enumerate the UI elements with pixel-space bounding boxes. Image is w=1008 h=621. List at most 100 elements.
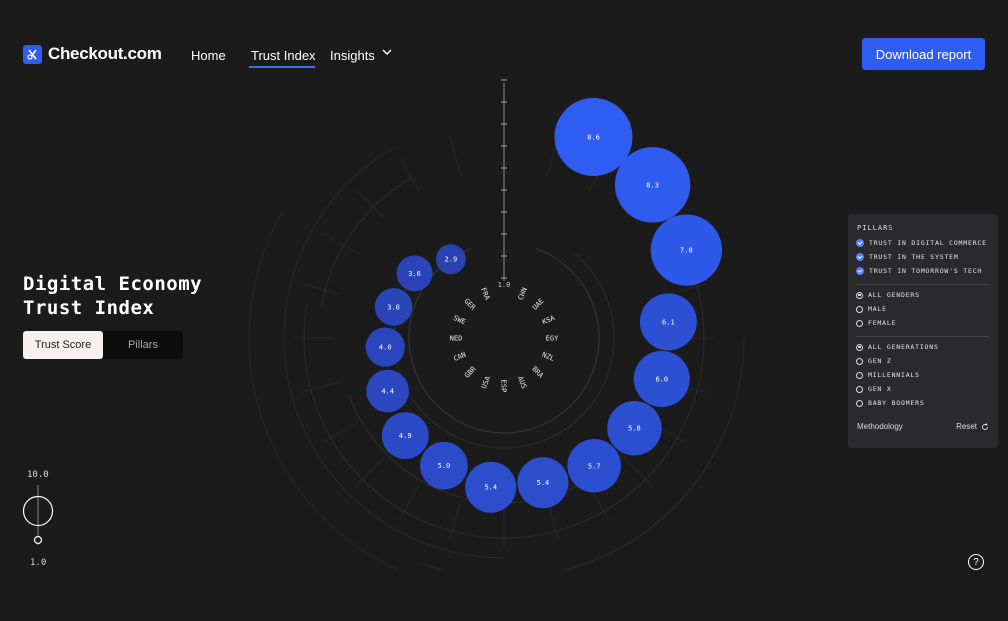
divider bbox=[856, 336, 989, 337]
background-tick bbox=[321, 232, 358, 254]
reset-icon bbox=[982, 422, 988, 430]
generation-option-gen-x[interactable]: GEN X bbox=[856, 385, 892, 393]
generation-option-baby-boomers[interactable]: BABY BOOMERS bbox=[856, 399, 925, 407]
methodology-link[interactable]: Methodology bbox=[857, 422, 903, 431]
score-bubble[interactable]: 3.6 bbox=[396, 255, 433, 292]
view-toggle: Trust Score Pillars bbox=[23, 331, 183, 359]
background-tick bbox=[355, 189, 385, 219]
page-title-line1: Digital Economy bbox=[23, 273, 203, 295]
score-bubble[interactable]: 8.6 bbox=[554, 98, 633, 177]
score-bubble[interactable]: 8.3 bbox=[614, 147, 691, 223]
country-label: CHN bbox=[517, 286, 529, 301]
divider bbox=[856, 284, 989, 285]
checkout-logo-icon bbox=[23, 44, 42, 64]
score-bubble-label: 2.9 bbox=[445, 256, 458, 264]
score-bubble[interactable]: 5.8 bbox=[607, 400, 662, 456]
generation-option-all[interactable]: ALL GENERATIONS bbox=[856, 343, 939, 351]
score-axis: 1.0 bbox=[498, 79, 511, 289]
radio-icon[interactable] bbox=[856, 399, 863, 407]
reset-label: Reset bbox=[956, 422, 977, 431]
score-bubble[interactable]: 4.4 bbox=[366, 369, 409, 413]
radio-selected-icon[interactable] bbox=[856, 291, 863, 299]
radio-icon[interactable] bbox=[856, 305, 863, 313]
option-label: GEN Z bbox=[868, 357, 892, 365]
page-title: Digital Economy Trust Index bbox=[23, 272, 202, 320]
zoom-slider-min-dot bbox=[33, 535, 43, 545]
score-bubble[interactable]: 4.0 bbox=[365, 327, 405, 367]
reset-button[interactable]: Reset bbox=[956, 422, 989, 431]
radio-icon[interactable] bbox=[856, 357, 863, 365]
pillar-option-system[interactable]: TRUST IN THE SYSTEM bbox=[856, 253, 959, 261]
score-bubble[interactable]: 6.1 bbox=[639, 293, 697, 351]
country-label: GBR bbox=[463, 364, 478, 379]
score-bubble[interactable]: 5.7 bbox=[567, 439, 621, 493]
radio-icon[interactable] bbox=[856, 385, 863, 393]
score-bubble[interactable]: 7.8 bbox=[650, 214, 723, 286]
country-label: USA bbox=[480, 374, 493, 389]
option-label: TRUST IN TOMORROW'S TECH bbox=[869, 267, 983, 275]
score-bubble-label: 4.4 bbox=[381, 388, 394, 396]
score-bubble-label: 6.0 bbox=[655, 375, 668, 383]
zoom-slider[interactable] bbox=[20, 485, 56, 555]
country-label: SWE bbox=[452, 314, 467, 326]
score-bubble[interactable]: 5.4 bbox=[517, 457, 569, 509]
generation-option-gen-z[interactable]: GEN Z bbox=[856, 357, 892, 365]
radio-icon[interactable] bbox=[856, 371, 863, 379]
checkbox-checked-icon[interactable] bbox=[856, 267, 864, 275]
country-labels: CHNUAE KSA EGY NZL BRAAUS ESP USAGBRCAN NED SWE G… bbox=[450, 286, 559, 392]
filter-panel: PILLARS TRUST IN DIGITAL COMMERCE TRUST … bbox=[848, 214, 998, 448]
nav-insights[interactable]: Insights bbox=[330, 48, 375, 63]
score-bubble[interactable]: 6.0 bbox=[633, 350, 690, 407]
gender-option-female[interactable]: FEMALE bbox=[856, 319, 896, 327]
background-tick bbox=[449, 135, 461, 174]
score-bubble[interactable]: 5.4 bbox=[465, 461, 517, 513]
help-icon[interactable]: ? bbox=[968, 554, 984, 570]
gender-option-all[interactable]: ALL GENDERS bbox=[856, 291, 920, 299]
score-bubble-label: 8.6 bbox=[587, 134, 600, 142]
score-bubble[interactable]: 5.0 bbox=[420, 441, 468, 490]
country-label: UAE bbox=[531, 297, 546, 312]
option-label: BABY BOOMERS bbox=[868, 399, 925, 407]
score-bubble-label: 5.7 bbox=[588, 462, 601, 470]
checkbox-checked-icon[interactable] bbox=[856, 253, 864, 261]
radio-selected-icon[interactable] bbox=[856, 343, 863, 351]
country-label: ESP bbox=[500, 380, 508, 393]
gender-option-male[interactable]: MALE bbox=[856, 305, 887, 313]
scale-max-label: 10.0 bbox=[27, 470, 49, 480]
nav-home[interactable]: Home bbox=[191, 48, 226, 63]
background-tick bbox=[301, 381, 340, 393]
trust-index-radial-chart: 1.0 CHNUAE KSA EGY NZL BRAAUS ESP USAGBRCAN NED… bbox=[248, 79, 745, 570]
nav-trust-index[interactable]: Trust Index bbox=[251, 48, 316, 63]
axis-min-label: 1.0 bbox=[498, 281, 511, 289]
tab-pillars[interactable]: Pillars bbox=[103, 331, 183, 359]
country-label: GER bbox=[462, 297, 477, 312]
country-label: EGY bbox=[546, 335, 559, 343]
panel-title: PILLARS bbox=[857, 224, 894, 232]
score-bubble[interactable]: 3.8 bbox=[374, 288, 413, 326]
country-label: NZL bbox=[541, 351, 556, 363]
score-bubble-label: 5.4 bbox=[484, 484, 497, 492]
checkbox-checked-icon[interactable] bbox=[856, 239, 864, 247]
scale-min-label: 1.0 bbox=[30, 558, 47, 568]
score-bubble-label: 4.9 bbox=[399, 432, 412, 440]
page-title-line2: Trust Index bbox=[23, 297, 155, 319]
score-bubble[interactable]: 2.9 bbox=[435, 244, 466, 275]
download-report-button[interactable]: Download report bbox=[862, 38, 985, 70]
score-bubble[interactable]: 4.9 bbox=[381, 412, 429, 460]
country-label: CAN bbox=[452, 351, 467, 363]
generation-option-millennials[interactable]: MILLENNIALS bbox=[856, 371, 920, 379]
background-tick bbox=[301, 283, 340, 295]
brand-logo[interactable]: Checkout.com bbox=[23, 44, 162, 64]
score-bubble-label: 4.0 bbox=[379, 344, 392, 352]
pillar-option-tomorrows-tech[interactable]: TRUST IN TOMORROW'S TECH bbox=[856, 267, 982, 275]
score-bubble-label: 6.1 bbox=[662, 318, 675, 326]
score-bubble-label: 8.3 bbox=[646, 181, 659, 189]
chevron-down-icon[interactable] bbox=[381, 45, 393, 63]
background-tick bbox=[547, 502, 559, 541]
nav-active-indicator bbox=[249, 66, 315, 68]
tab-trust-score[interactable]: Trust Score bbox=[23, 331, 103, 359]
pillar-option-digital-commerce[interactable]: TRUST IN DIGITAL COMMERCE bbox=[856, 239, 987, 247]
radio-icon[interactable] bbox=[856, 319, 863, 327]
option-label: FEMALE bbox=[868, 319, 897, 327]
background-tick bbox=[449, 502, 461, 541]
